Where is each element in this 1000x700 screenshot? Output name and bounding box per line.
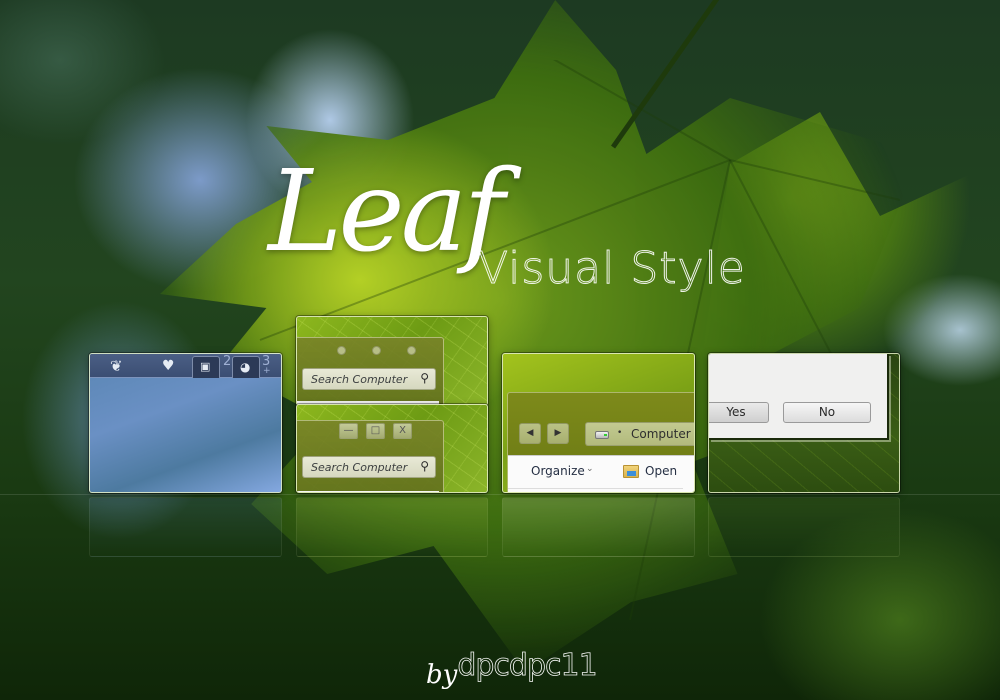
maximize-button[interactable]: □	[366, 423, 385, 439]
taskbar: ❦ ♥ ▣ 2 ◕ 3 +	[90, 354, 281, 378]
search-icon[interactable]: ⚲	[420, 459, 429, 473]
reflection-floor	[0, 494, 1000, 495]
search-placeholder: Search Computer	[311, 461, 408, 474]
chevron-down-icon: ⌄	[586, 464, 594, 474]
address-bar[interactable]: • Computer	[585, 422, 694, 446]
byline-prefix: by	[426, 660, 458, 690]
taskbar-tab-active[interactable]: ▣	[192, 356, 220, 378]
organize-button[interactable]: Organize	[531, 464, 585, 478]
byline: bydpcdpc11	[426, 648, 598, 690]
fox-icon[interactable]: ♥	[162, 357, 175, 375]
yes-button[interactable]: Yes	[709, 402, 769, 423]
caption-dot-button[interactable]	[372, 346, 381, 355]
firefox-icon: ◕	[240, 360, 251, 374]
search-input[interactable]: Search Computer ⚲	[302, 368, 436, 390]
address-separator: •	[617, 428, 623, 438]
reflection-dialog	[708, 497, 900, 557]
search-placeholder: Search Computer	[311, 373, 408, 386]
back-button[interactable]: ◀	[519, 423, 541, 444]
preview-dialog: Yes No	[708, 353, 900, 493]
content-area	[297, 491, 439, 492]
title-script: Leaf	[268, 147, 505, 277]
desktop-number[interactable]: 2	[223, 354, 231, 369]
no-button[interactable]: No	[783, 402, 871, 423]
leaf-logo-icon[interactable]: ❦	[110, 357, 123, 375]
window: — □ X Search Computer ⚲	[297, 420, 444, 492]
finder-icon: ▣	[200, 360, 211, 373]
dialog-box: Yes No	[709, 354, 889, 440]
minimize-button[interactable]: —	[339, 423, 358, 439]
explorer-window: ◀ ▶ • Computer Organize ⌄ Open	[507, 392, 694, 492]
divider	[508, 488, 683, 489]
forward-button[interactable]: ▶	[547, 423, 569, 444]
window: Search Computer ⚲	[297, 337, 444, 405]
reflection-search	[296, 497, 488, 557]
title-outline: Visual Style	[478, 243, 746, 294]
caption-dot-button[interactable]	[337, 346, 346, 355]
open-button[interactable]: Open	[645, 464, 677, 478]
drive-icon	[595, 431, 609, 439]
preview-explorer: ◀ ▶ • Computer Organize ⌄ Open	[502, 353, 695, 493]
search-input[interactable]: Search Computer ⚲	[302, 456, 436, 478]
command-bar: Organize ⌄ Open	[508, 455, 694, 492]
folder-open-icon	[623, 465, 639, 478]
reflection-explorer	[502, 497, 695, 557]
preview-search-classic: — □ X Search Computer ⚲	[296, 404, 488, 493]
breadcrumb-computer[interactable]: Computer	[631, 427, 691, 441]
caption-dot-button[interactable]	[407, 346, 416, 355]
preview-search-dots: Search Computer ⚲	[296, 316, 488, 406]
preview-taskbar: ❦ ♥ ▣ 2 ◕ 3 +	[89, 353, 282, 493]
close-button[interactable]: X	[393, 423, 412, 439]
author-name: dpcdpc11	[457, 648, 598, 684]
search-icon[interactable]: ⚲	[420, 371, 429, 385]
reflection-taskbar	[89, 497, 282, 557]
taskbar-tab[interactable]: ◕	[232, 356, 260, 378]
add-desktop-button[interactable]: +	[263, 366, 271, 376]
